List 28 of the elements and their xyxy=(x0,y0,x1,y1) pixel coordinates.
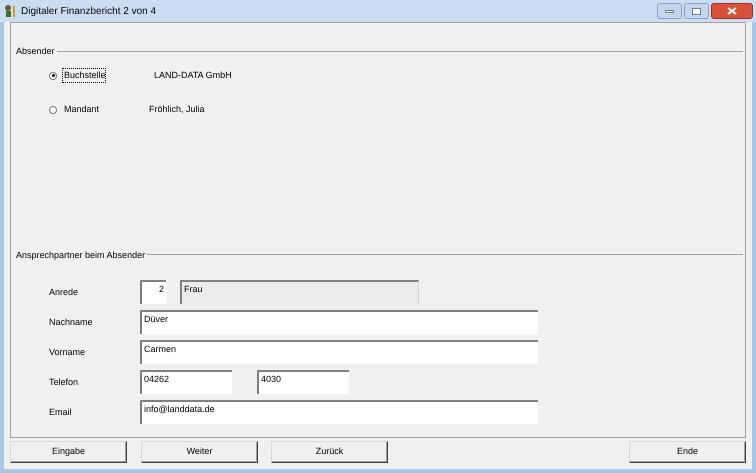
field-label: Nachname xyxy=(49,316,94,329)
group-title: Ansprechpartner beim Absender xyxy=(16,248,146,262)
sender-name: LAND-DATA GmbH xyxy=(154,68,232,82)
field-label: Email xyxy=(49,406,73,419)
phone-number-field[interactable]: 4030 xyxy=(257,370,349,394)
dialog-button[interactable]: Eingabe xyxy=(10,441,127,463)
text-field[interactable]: Carmen xyxy=(140,340,538,364)
dialog-button[interactable]: Zurück xyxy=(271,441,388,463)
salutation-code-field[interactable]: 2 xyxy=(140,280,166,304)
window-title: Digitaler Finanzbericht 2 von 4 xyxy=(21,4,158,18)
text-field[interactable]: info@landdata.de xyxy=(140,400,538,424)
sender-name: Fröhlich, Julia xyxy=(149,102,205,116)
maximize-button[interactable] xyxy=(684,3,709,19)
phone-area-code-field[interactable]: 04262 xyxy=(140,370,232,394)
group-title: Absender xyxy=(16,45,56,58)
field-label: Telefon xyxy=(49,376,80,389)
dialog-button[interactable]: Weiter xyxy=(141,441,258,463)
field-label: Vorname xyxy=(49,346,86,359)
minimize-button[interactable] xyxy=(657,3,682,19)
field-label: Anrede xyxy=(49,286,80,299)
app-icon xyxy=(3,4,17,18)
radio-button[interactable] xyxy=(49,106,57,114)
radio-button[interactable] xyxy=(49,72,57,80)
radio-option[interactable]: Mandant xyxy=(49,102,106,116)
close-button[interactable] xyxy=(711,3,753,19)
close-icon xyxy=(727,7,737,15)
text-field[interactable]: Düver xyxy=(140,310,538,334)
dialog-button[interactable]: Ende xyxy=(629,441,746,463)
